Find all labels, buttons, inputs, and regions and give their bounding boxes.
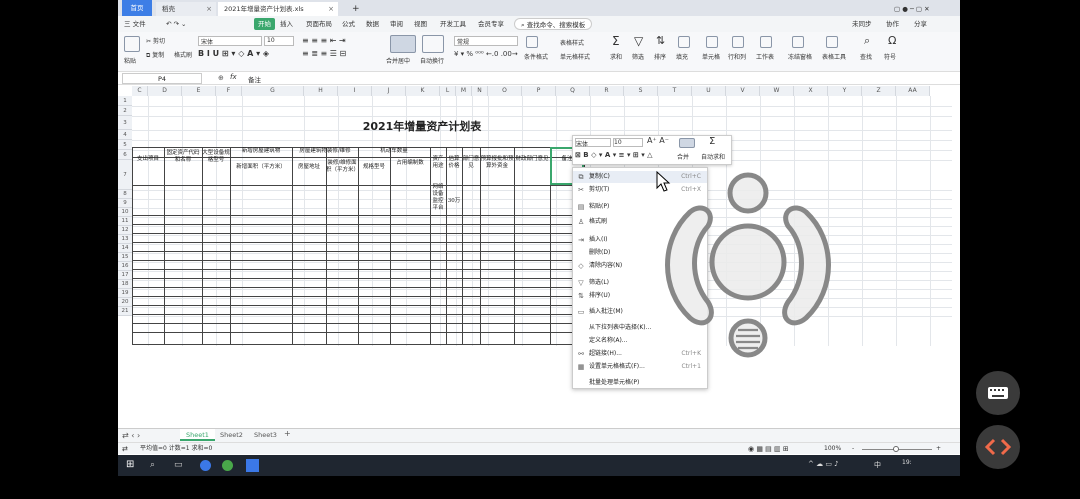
gesture-controller-overlay[interactable] [0,0,1080,499]
gesture-right-arc[interactable] [782,205,831,326]
gesture-left-arc[interactable] [665,205,714,326]
mouse-cursor-icon [656,170,671,192]
gesture-menu-button[interactable] [728,318,768,358]
gesture-top-button[interactable] [727,172,769,214]
gesture-center-button[interactable] [709,223,787,301]
